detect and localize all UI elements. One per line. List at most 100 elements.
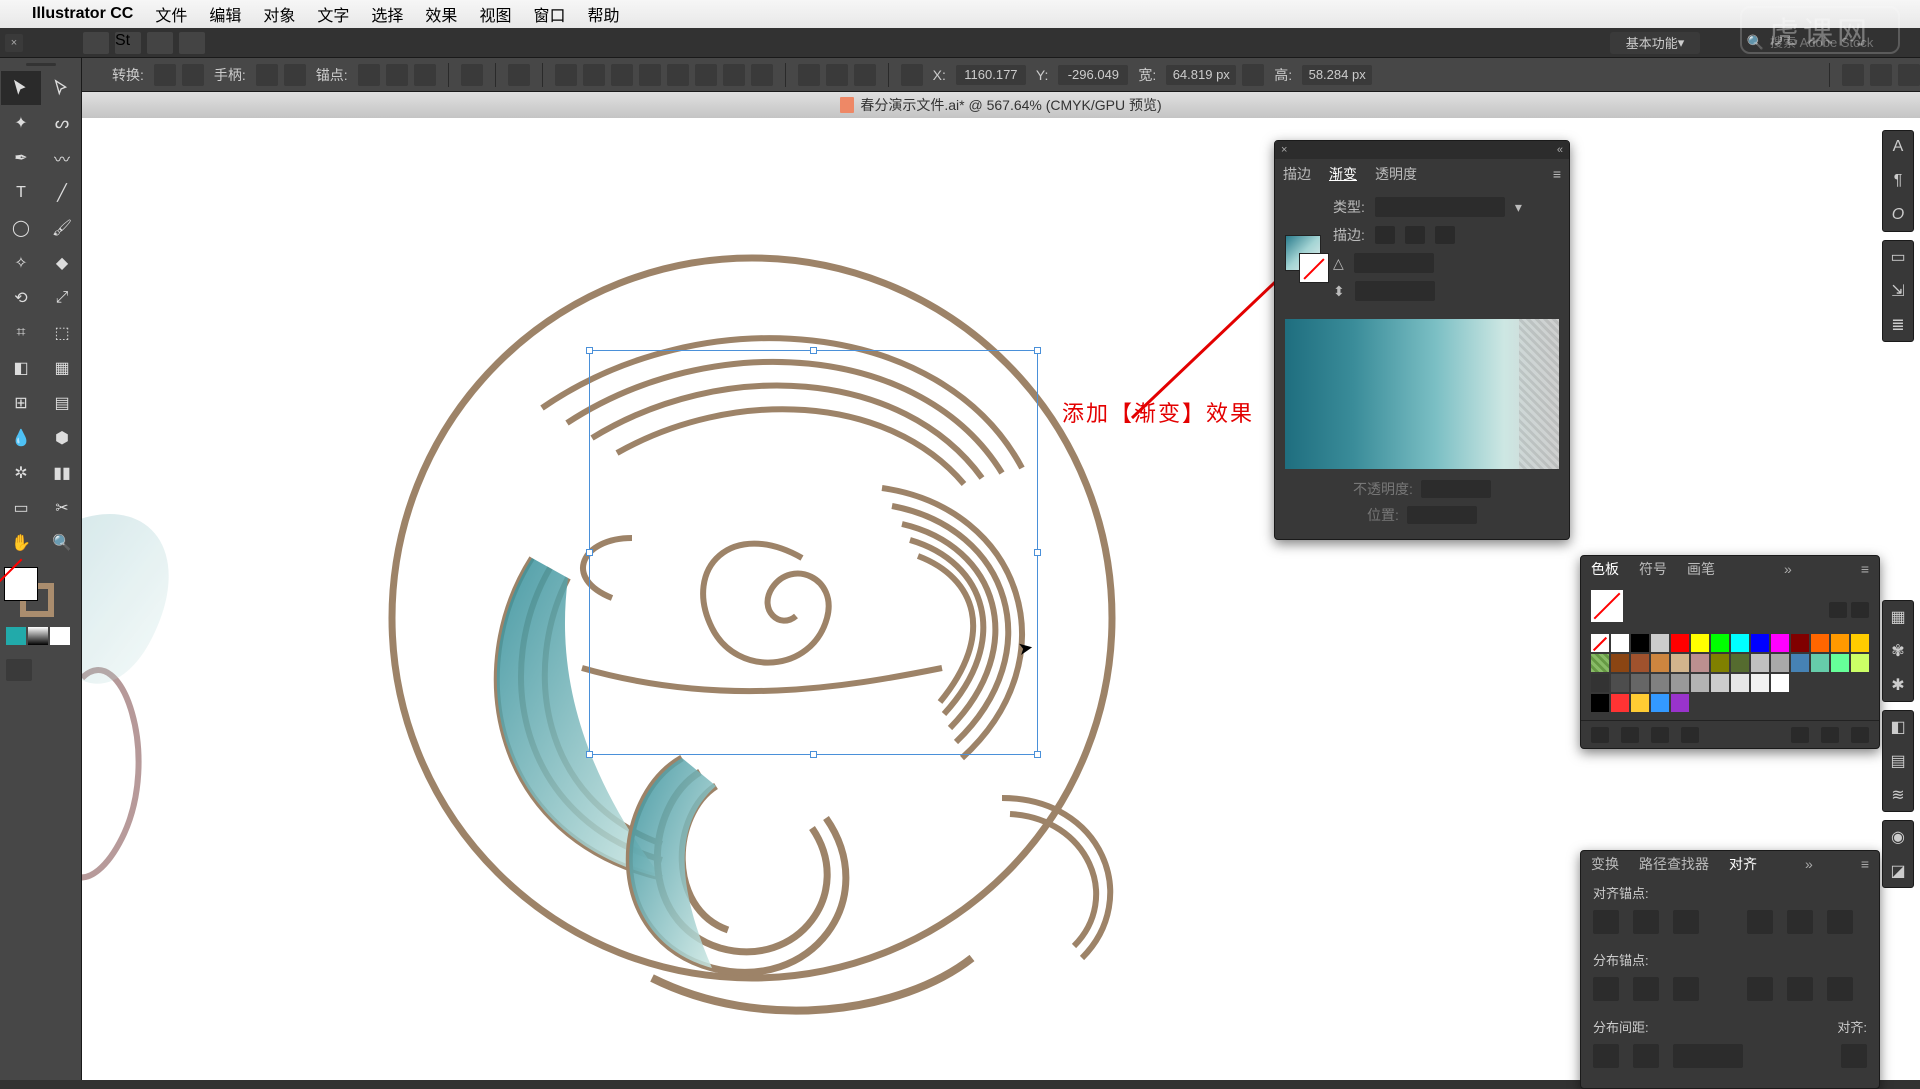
w-field[interactable]: 64.819 px [1166, 65, 1236, 85]
dist-right-icon[interactable] [854, 64, 876, 86]
width-tool[interactable]: ⌗ [1, 316, 41, 350]
swatches-panel-icon[interactable]: ▦ [1886, 605, 1910, 629]
handle-btn-1[interactable] [256, 64, 278, 86]
magic-wand-tool[interactable]: ✦ [1, 106, 41, 140]
tab-brushes[interactable]: 画笔 [1687, 559, 1715, 579]
align-hcenter-icon[interactable] [1633, 910, 1659, 934]
panel-close-icon[interactable]: × [1281, 144, 1287, 156]
swatch-cell[interactable] [1651, 694, 1669, 712]
swatch-cell[interactable] [1611, 694, 1629, 712]
tab-transparency[interactable]: 透明度 [1375, 164, 1417, 184]
fill-swatch[interactable] [4, 567, 38, 601]
swatch-cell[interactable] [1691, 674, 1709, 692]
h-field[interactable]: 58.284 px [1302, 65, 1372, 85]
align-left-icon[interactable] [1593, 910, 1619, 934]
layers-panel-icon[interactable]: ≣ [1886, 313, 1910, 337]
swatch-cell[interactable] [1671, 654, 1689, 672]
search-input[interactable] [1770, 35, 1890, 50]
appearance-panel-icon[interactable]: ◉ [1886, 825, 1910, 849]
swatch-cell[interactable] [1651, 654, 1669, 672]
dist-spacing-v-icon[interactable] [1593, 1044, 1619, 1068]
swatch-cell[interactable] [1751, 654, 1769, 672]
perspective-tool[interactable]: ▦ [42, 351, 82, 385]
align-vcenter-icon[interactable] [1787, 910, 1813, 934]
document-tab[interactable]: 春分演示文件.ai* @ 567.64% (CMYK/GPU 预览) [82, 92, 1920, 118]
swatch-cell[interactable] [1651, 634, 1669, 652]
swatch-cell[interactable] [1811, 654, 1829, 672]
graphic-styles-panel-icon[interactable]: ◪ [1886, 859, 1910, 883]
align-pixel-icon[interactable] [508, 64, 530, 86]
anchor-join-icon[interactable] [414, 64, 436, 86]
opentype-panel-icon[interactable]: O [1886, 203, 1910, 227]
swatch-cell[interactable] [1731, 654, 1749, 672]
free-transform-tool[interactable]: ⬚ [42, 316, 82, 350]
dist-hcenter-icon[interactable] [1787, 977, 1813, 1001]
stroke-panel-icon[interactable]: ≋ [1886, 783, 1910, 807]
panel-menu-icon[interactable]: ≡ [1553, 166, 1561, 182]
distribute-v-icon[interactable] [751, 64, 773, 86]
panel-menu-icon[interactable]: ≡ [1861, 561, 1869, 577]
spacing-field[interactable] [1673, 1044, 1743, 1068]
opacity-field[interactable] [1421, 480, 1491, 498]
guide-icon[interactable] [1870, 64, 1892, 86]
tab-symbols[interactable]: 符号 [1639, 559, 1667, 579]
swatch-cell[interactable] [1791, 654, 1809, 672]
eraser-tool[interactable]: ◆ [42, 246, 82, 280]
selection-handle[interactable] [586, 751, 593, 758]
artboard-tool[interactable]: ▭ [1, 491, 41, 525]
selection-handle[interactable] [810, 751, 817, 758]
swatch-cell[interactable] [1591, 634, 1609, 652]
eyedropper-tool[interactable]: 💧 [1, 421, 41, 455]
home-button[interactable] [83, 32, 109, 54]
menu-edit[interactable]: 编辑 [209, 2, 241, 26]
swatch-cell[interactable] [1591, 674, 1609, 692]
dist-left-icon[interactable] [1747, 977, 1773, 1001]
swatch-cell[interactable] [1671, 634, 1689, 652]
menu-window[interactable]: 窗口 [533, 2, 565, 26]
lock-ratio-icon[interactable] [1242, 64, 1264, 86]
selection-handle[interactable] [1034, 751, 1041, 758]
gradient-panel-icon[interactable]: ▤ [1886, 749, 1910, 773]
menu-type[interactable]: 文字 [317, 2, 349, 26]
swatch-cell[interactable] [1671, 674, 1689, 692]
swatch-cell[interactable] [1831, 654, 1849, 672]
tab-pathfinder[interactable]: 路径查找器 [1639, 854, 1709, 874]
zoom-tool[interactable]: 🔍 [42, 526, 82, 560]
dist-spacing-h-icon[interactable] [1633, 1044, 1659, 1068]
gradient-ramp[interactable] [1285, 319, 1559, 469]
snap-icon[interactable] [1842, 64, 1864, 86]
swatch-cell[interactable] [1711, 654, 1729, 672]
swatch-cell[interactable] [1851, 634, 1869, 652]
direct-selection-tool[interactable] [42, 71, 82, 105]
swatch-cell[interactable] [1851, 654, 1869, 672]
color-mode-color[interactable] [6, 627, 26, 645]
swatch-cell[interactable] [1731, 674, 1749, 692]
close-icon[interactable]: × [5, 34, 23, 52]
none-swatch[interactable] [1299, 253, 1329, 283]
symbols-panel-icon[interactable]: ✱ [1886, 673, 1910, 697]
shape-builder-tool[interactable]: ◧ [1, 351, 41, 385]
anchor-cut-icon[interactable] [386, 64, 408, 86]
tab-stroke[interactable]: 描边 [1283, 164, 1311, 184]
toolbox-grip[interactable] [0, 58, 81, 70]
convert-smooth-icon[interactable] [182, 64, 204, 86]
swatch-cell[interactable] [1631, 654, 1649, 672]
tab-swatches[interactable]: 色板 [1591, 559, 1619, 579]
swatch-cell[interactable] [1831, 634, 1849, 652]
swatch-options-icon[interactable] [1651, 727, 1669, 743]
swatch-cell[interactable] [1791, 634, 1809, 652]
tab-align[interactable]: 对齐 [1729, 854, 1757, 874]
slice-tool[interactable]: ✂ [42, 491, 82, 525]
dist-top-icon[interactable] [1593, 977, 1619, 1001]
stroke-across-icon[interactable] [1435, 226, 1455, 244]
panel-menu-icon[interactable]: ≡ [1861, 856, 1869, 872]
delete-swatch-icon[interactable] [1851, 727, 1869, 743]
pen-tool[interactable]: ✒ [1, 141, 41, 175]
swatch-cell[interactable] [1631, 694, 1649, 712]
lasso-tool[interactable]: ᔕ [42, 106, 82, 140]
dist-right-icon[interactable] [1827, 977, 1853, 1001]
swatch-cell[interactable] [1611, 674, 1629, 692]
position-field[interactable] [1407, 506, 1477, 524]
ref-point-icon[interactable] [901, 64, 923, 86]
selection-handle[interactable] [1034, 347, 1041, 354]
